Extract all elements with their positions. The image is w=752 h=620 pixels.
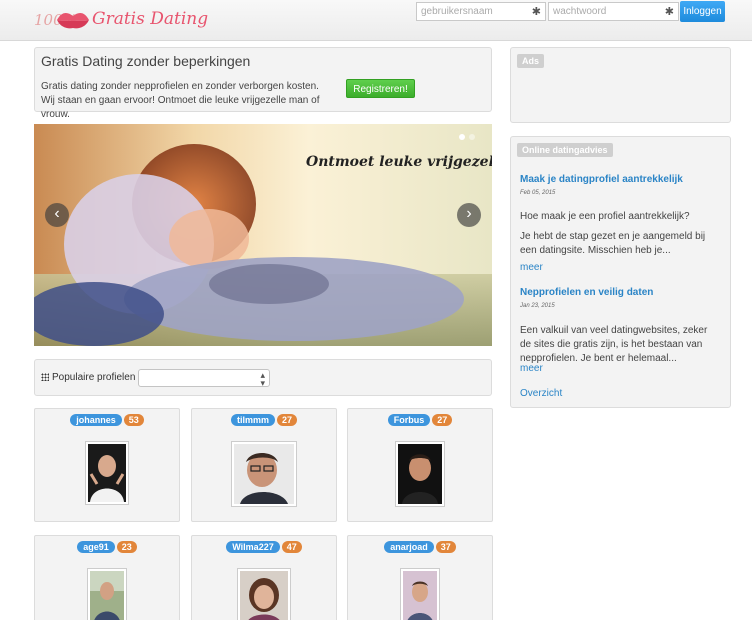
profile-card[interactable]: Forbus 27 (347, 408, 493, 522)
profile-name[interactable]: johannes (70, 414, 122, 426)
article-more-link[interactable]: meer (520, 262, 543, 273)
page-title: Gratis Dating zonder beperkingen (41, 53, 251, 69)
username-field[interactable]: gebruikersnaam ✱ (416, 2, 546, 21)
filter-panel: Populaire profielen ▴ ▾ (34, 359, 492, 396)
required-icon: ✱ (531, 6, 541, 18)
chevron-left-icon: ‹ (54, 205, 60, 222)
profile-age: 47 (281, 541, 302, 553)
slider-dot-active[interactable] (459, 134, 465, 140)
logo-text: Gratis Dating (92, 9, 209, 29)
profile-age: 23 (116, 541, 137, 553)
slider-caption: Ontmoet leuke vrijgezellen! (306, 154, 492, 170)
profile-badges: age91 23 (35, 541, 179, 553)
intro-panel: Gratis Dating zonder beperkingen Gratis … (34, 47, 492, 120)
profile-badges: Wilma227 47 (192, 541, 336, 553)
updown-caret-icon: ▴ ▾ (260, 370, 265, 388)
username-placeholder: gebruikersnaam (421, 6, 493, 17)
profile-photo[interactable] (395, 441, 445, 507)
overview-link[interactable]: Overzicht (520, 388, 562, 399)
article-lead: Hoe maak je een profiel aantrekkelijk? (520, 211, 690, 222)
profile-photo-image (90, 571, 124, 620)
profile-badges: Forbus 27 (348, 414, 492, 426)
grid-icon (41, 373, 49, 381)
slider-next-button[interactable]: › (457, 203, 481, 227)
profile-age: 53 (123, 414, 144, 426)
profile-card[interactable]: johannes 53 (34, 408, 180, 522)
profile-photo-image (398, 444, 442, 504)
register-button[interactable]: Registreren! (346, 79, 415, 98)
slider-prev-button[interactable]: ‹ (45, 203, 69, 227)
profile-photo[interactable] (231, 441, 297, 507)
chevron-right-icon: › (466, 205, 472, 222)
profile-card[interactable]: tilmmm 27 (191, 408, 337, 522)
article-date: Feb 05, 2015 (520, 190, 556, 196)
login-button[interactable]: Inloggen (680, 1, 725, 22)
ads-label: Ads (517, 54, 545, 68)
advice-label: Online datingadvies (517, 143, 613, 157)
profile-name[interactable]: Forbus (387, 414, 431, 426)
article-excerpt: Je hebt de stap gezet en je aangemeld bi… (520, 231, 706, 256)
profile-photo-image (88, 444, 126, 502)
profile-photo[interactable] (87, 568, 127, 620)
filter-label-text: Populaire profielen (52, 372, 136, 383)
password-field[interactable]: wachtwoord ✱ (548, 2, 679, 21)
article-title[interactable]: Maak je datingprofiel aantrekkelijk (520, 174, 683, 185)
filter-label: Populaire profielen (41, 372, 135, 383)
intro-text: Gratis dating zonder nepprofielen en zon… (41, 81, 320, 120)
profile-name[interactable]: Wilma227 (226, 541, 280, 553)
profile-name[interactable]: tilmmm (230, 414, 275, 426)
article-excerpt: Een valkuil van veel datingwebsites, zek… (520, 325, 708, 364)
ads-panel: Ads (510, 47, 731, 123)
article-date: Jan 23, 2015 (520, 303, 555, 309)
profile-photo[interactable] (85, 441, 129, 505)
profile-photo-image (234, 444, 294, 504)
profile-name[interactable]: age91 (77, 541, 115, 553)
profile-card[interactable]: age91 23 (34, 535, 180, 620)
profile-card[interactable]: Wilma227 47 (191, 535, 337, 620)
article-more-link[interactable]: meer (520, 363, 543, 374)
filter-select[interactable]: ▴ ▾ (138, 369, 270, 388)
profile-age: 27 (277, 414, 298, 426)
slider-dot[interactable] (469, 134, 475, 140)
profile-name[interactable]: anarjoad (384, 541, 434, 553)
lips-icon (57, 12, 89, 29)
profile-photo-image (240, 571, 288, 620)
profile-badges: anarjoad 37 (348, 541, 492, 553)
profile-age: 27 (432, 414, 453, 426)
hero-slider: Ontmoet leuke vrijgezellen! ‹ › (34, 124, 492, 346)
profile-badges: johannes 53 (35, 414, 179, 426)
top-bar: 100% Gratis Dating gebruikersnaam ✱ wach… (0, 0, 752, 41)
profile-photo[interactable] (237, 568, 291, 620)
profile-photo-image (403, 571, 437, 620)
article-title[interactable]: Nepprofielen en veilig daten (520, 287, 653, 298)
profile-age: 37 (435, 541, 456, 553)
profile-badges: tilmmm 27 (192, 414, 336, 426)
required-icon: ✱ (664, 6, 674, 18)
profile-photo[interactable] (400, 568, 440, 620)
advice-panel: Online datingadvies Maak je datingprofie… (510, 136, 731, 408)
profile-card[interactable]: anarjoad 37 (347, 535, 493, 620)
password-placeholder: wachtwoord (553, 6, 607, 17)
